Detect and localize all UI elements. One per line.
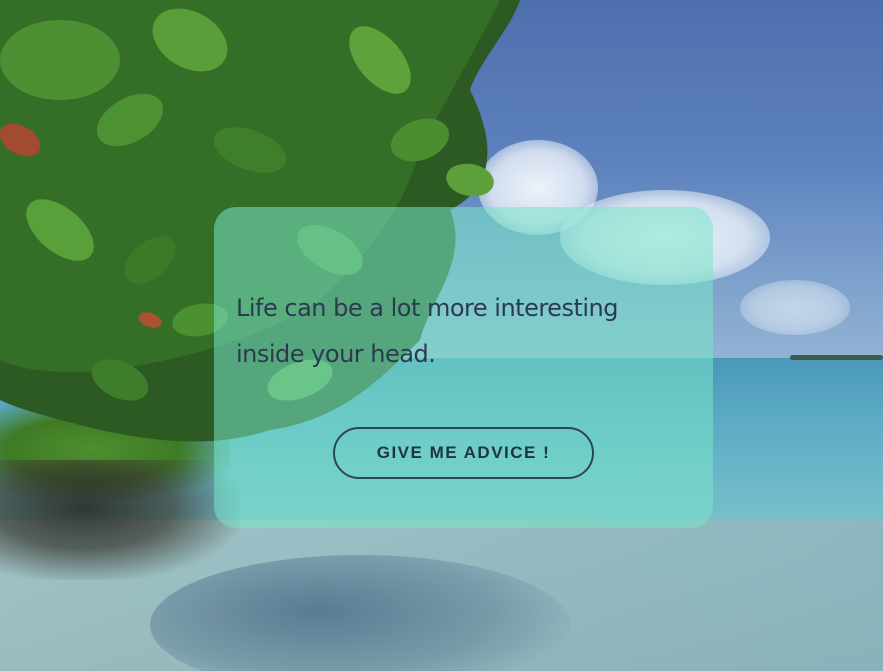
cloud: [740, 280, 850, 335]
advice-card: Life can be a lot more interesting insid…: [214, 207, 713, 528]
give-advice-button[interactable]: GIVE ME ADVICE !: [333, 427, 594, 479]
shore-rocks: [0, 460, 240, 580]
quote-text: Life can be a lot more interesting insid…: [236, 294, 618, 368]
horizon-island: [790, 355, 883, 360]
